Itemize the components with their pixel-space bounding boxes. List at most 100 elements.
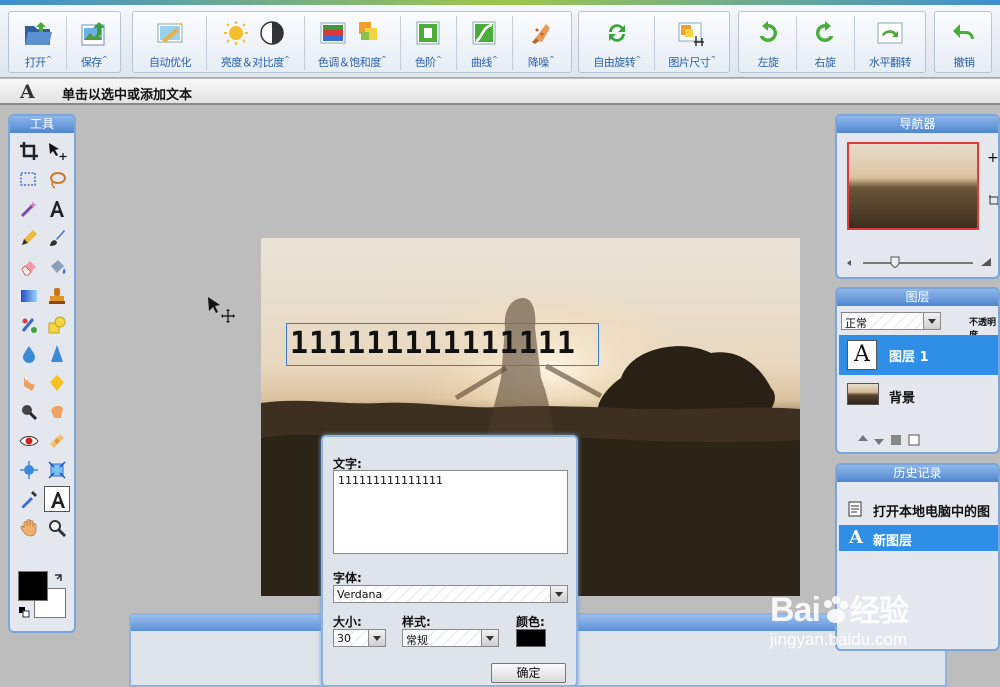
text-input-value: 111111111111111 <box>338 474 443 487</box>
watermark-brand: Bai <box>770 591 821 629</box>
blend-mode-select[interactable]: 正常 <box>841 312 941 330</box>
layer-row[interactable]: 背景 <box>839 377 998 413</box>
image-size-button[interactable]: 图片尺寸^ <box>655 12 729 72</box>
eyedropper-icon <box>22 491 37 508</box>
text-tool[interactable] <box>44 196 70 222</box>
magic-wand-tool[interactable] <box>16 196 42 222</box>
chevron-down-icon[interactable] <box>368 630 385 646</box>
layers-panel: 图层 正常 不透明度 A 图层 1 背景 <box>835 287 1000 454</box>
text-a-icon <box>50 201 64 217</box>
bandage-icon <box>50 434 64 448</box>
watermark-brand-cn: 经验 <box>849 595 909 628</box>
bloat-tool[interactable] <box>16 457 42 483</box>
ok-button[interactable]: 确定 <box>491 663 566 683</box>
pinch-tool[interactable] <box>44 457 70 483</box>
burn-tool[interactable] <box>44 399 70 425</box>
brightness-contrast-button[interactable]: 亮度＆对比度^ <box>207 12 303 72</box>
hue-saturation-icon <box>320 22 377 44</box>
rotate-right-button[interactable]: 右旋 <box>797 12 853 72</box>
shape-tool[interactable] <box>44 312 70 338</box>
blur-tool[interactable] <box>16 341 42 367</box>
sharpen-tool[interactable] <box>44 341 70 367</box>
navigator-thumbnail[interactable] <box>847 142 979 230</box>
open-button[interactable]: 打开^ <box>11 12 65 72</box>
rect-select-tool[interactable] <box>16 167 42 193</box>
watermark-url: jingyan.baidu.com <box>770 630 908 649</box>
text-tool-active[interactable] <box>44 486 70 512</box>
zoom-slider[interactable] <box>845 256 995 269</box>
zoom-in-icon[interactable]: + <box>987 150 998 166</box>
levels-label: 色阶 <box>414 56 437 69</box>
rotate-arrows-icon <box>609 24 625 42</box>
brush-icon <box>50 230 65 246</box>
chevron-down-icon[interactable] <box>481 630 498 646</box>
pencil-tool[interactable] <box>16 225 42 251</box>
hue-saturation-label: 色调＆饱和度 <box>317 56 382 69</box>
text-color-swatch[interactable] <box>516 629 546 647</box>
text-layer-thumbnail: A <box>847 340 877 370</box>
save-image-icon <box>81 22 105 46</box>
fit-screen-icon[interactable] <box>988 194 1000 206</box>
free-rotate-button[interactable]: 自由旋转^ <box>581 12 653 72</box>
fill-tool[interactable] <box>44 254 70 280</box>
font-select[interactable]: Verdana <box>333 585 568 603</box>
chevron-down-icon[interactable] <box>923 313 940 329</box>
size-select[interactable]: 30 <box>333 629 386 647</box>
replace-color-tool[interactable] <box>16 312 42 338</box>
eye-icon <box>19 436 39 446</box>
levels-button[interactable]: 色阶^ <box>401 12 455 72</box>
gradient-tool[interactable] <box>16 283 42 309</box>
flip-horizontal-label: 水平翻转 <box>869 56 912 69</box>
zoom-tool[interactable] <box>44 515 70 541</box>
open-document-icon <box>848 501 862 517</box>
dodge-tool[interactable] <box>16 399 42 425</box>
style-label: 样式: <box>402 615 431 629</box>
chevron-down-icon[interactable] <box>550 586 567 602</box>
flip-horizontal-button[interactable]: 水平翻转 <box>855 12 925 72</box>
new-layer-icon <box>908 434 920 446</box>
transform-group: 自由旋转^ 图片尺寸^ <box>578 11 730 73</box>
layer-actions[interactable] <box>857 433 937 447</box>
brush-tool[interactable] <box>44 225 70 251</box>
sponge-tool[interactable] <box>44 370 70 396</box>
clone-stamp-tool[interactable] <box>44 283 70 309</box>
stamp-icon <box>49 288 65 304</box>
text-tool-icon: A <box>20 81 35 103</box>
text-input[interactable]: 111111111111111 <box>333 470 568 554</box>
color-picker-tool[interactable] <box>16 486 42 512</box>
menu-marker: ^ <box>491 55 498 64</box>
crop-tool[interactable] <box>16 138 42 164</box>
move-cursor-icon <box>208 297 235 323</box>
eraser-tool[interactable] <box>16 254 42 280</box>
gradient-icon <box>21 290 37 302</box>
menu-marker: ^ <box>710 55 716 64</box>
hue-saturation-button[interactable]: 色调＆饱和度^ <box>305 12 399 72</box>
navigator-panel: 导航器 + <box>835 114 1000 279</box>
hand-tool[interactable] <box>16 515 42 541</box>
history-item[interactable]: 打开本地电脑中的图 <box>839 495 998 523</box>
lasso-tool[interactable] <box>44 167 70 193</box>
history-group: 撤销 <box>934 11 992 73</box>
denoise-button[interactable]: 降噪^ <box>513 12 569 72</box>
history-item-selected[interactable]: A 新图层 <box>839 525 998 551</box>
save-label: 保存 <box>80 56 103 69</box>
smudge-tool[interactable] <box>16 370 42 396</box>
swap-colors-icon[interactable] <box>52 572 66 586</box>
rotate-left-button[interactable]: 左旋 <box>741 12 795 72</box>
burn-hand-icon <box>51 405 63 418</box>
layer-name: 图层 1 <box>889 350 929 365</box>
move-tool[interactable] <box>44 138 70 164</box>
color-replace-icon <box>21 318 37 333</box>
save-button[interactable]: 保存^ <box>67 12 121 72</box>
style-select[interactable]: 常规 <box>402 629 499 647</box>
curves-button[interactable]: 曲线^ <box>457 12 511 72</box>
red-eye-tool[interactable] <box>16 428 42 454</box>
move-arrow-icon <box>49 143 67 160</box>
undo-button[interactable]: 撤销 <box>937 12 991 72</box>
reset-colors-icon[interactable] <box>18 606 30 618</box>
auto-optimize-button[interactable]: 自动优化 <box>135 12 205 72</box>
layer-row-selected[interactable]: A 图层 1 <box>839 335 998 375</box>
layers-title: 图层 <box>837 289 998 306</box>
spot-heal-tool[interactable] <box>44 428 70 454</box>
image-size-label: 图片尺寸 <box>668 56 711 69</box>
